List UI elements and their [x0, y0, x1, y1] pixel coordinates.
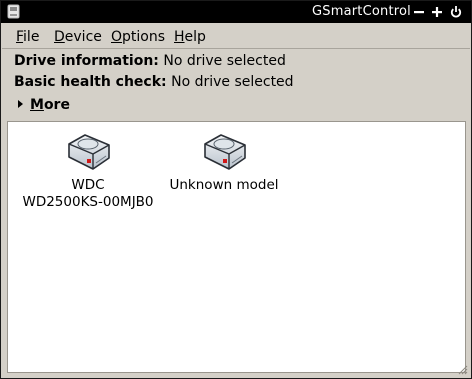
menu-file[interactable]: File — [16, 29, 39, 45]
drive-information-row: Drive information: No drive selected — [14, 53, 286, 69]
gsmartcontrol-window: GSmartControl File Device Options Help D… — [0, 0, 472, 379]
hard-drive-icon — [204, 134, 246, 170]
drive-model-label: WDC WD2500KS-00MJB0 — [22, 177, 154, 210]
minimize-icon — [414, 11, 424, 14]
menu-help[interactable]: Help — [174, 29, 206, 45]
hard-drive-icon — [68, 134, 110, 170]
info-panel: Drive information: No drive selected Bas… — [2, 49, 470, 119]
expander-arrow-icon — [18, 100, 23, 108]
drive-information-value: No drive selected — [163, 53, 286, 69]
maximize-icon — [432, 7, 442, 17]
health-check-label: Basic health check: — [14, 74, 167, 90]
health-check-value: No drive selected — [171, 74, 294, 90]
more-expander[interactable]: More — [18, 97, 70, 115]
title-bar[interactable]: GSmartControl — [1, 1, 471, 23]
menu-device[interactable]: Device — [54, 29, 102, 45]
resize-grip-icon[interactable] — [458, 365, 468, 375]
app-icon — [7, 4, 20, 19]
drive-information-label: Drive information: — [14, 53, 159, 69]
health-check-row: Basic health check: No drive selected — [14, 74, 294, 90]
menu-bar: File Device Options Help — [2, 24, 470, 49]
maximize-button[interactable] — [429, 3, 445, 21]
drive-item[interactable]: Unknown model — [149, 130, 299, 194]
drive-model-label: Unknown model — [169, 177, 279, 193]
minimize-button[interactable] — [411, 3, 427, 21]
menu-options[interactable]: Options — [111, 29, 165, 45]
drive-icon-view[interactable]: WDC WD2500KS-00MJB0 Unknown model — [7, 121, 466, 373]
drive-item[interactable]: WDC WD2500KS-00MJB0 — [13, 130, 163, 211]
power-icon — [450, 6, 462, 18]
close-button[interactable] — [448, 3, 464, 21]
window-title: GSmartControl — [312, 4, 411, 19]
